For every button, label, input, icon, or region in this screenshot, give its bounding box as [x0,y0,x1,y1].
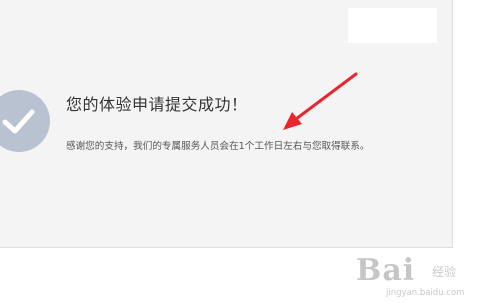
watermark-text: 经验 [432,265,457,279]
baidu-jingyan-watermark: Bai 经验 jingyan.baidu.com [356,253,496,303]
watermark-url: jingyan.baidu.com [386,288,465,298]
watermark-logo: Bai [356,253,416,288]
